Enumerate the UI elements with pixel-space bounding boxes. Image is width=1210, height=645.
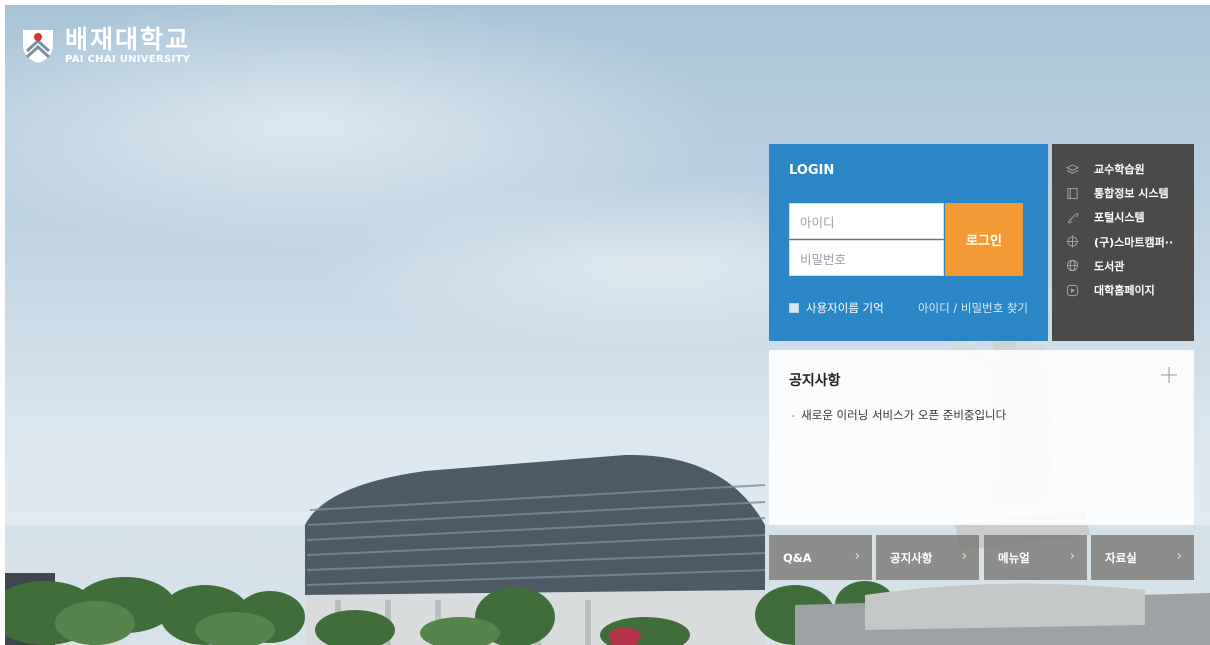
notice-item-text: 새로운 이러닝 서비스가 오픈 준비중입니다 xyxy=(801,408,1007,422)
plus-icon[interactable] xyxy=(1160,366,1178,384)
quick-link-homepage[interactable]: 대학홈페이지 xyxy=(1066,278,1194,302)
quick-link-library[interactable]: 도서관 xyxy=(1066,254,1194,278)
tab-archive[interactable]: 자료실 › xyxy=(1091,535,1194,580)
username-input[interactable]: 아이디 xyxy=(789,203,944,239)
chevron-right-icon: › xyxy=(961,549,967,564)
tab-label: 자료실 xyxy=(1105,550,1137,565)
tab-label: Q&A xyxy=(783,550,812,565)
quick-link-portal[interactable]: 포털시스템 xyxy=(1066,205,1194,229)
password-input[interactable]: 비밀번호 xyxy=(789,240,944,276)
quick-link-label: 대학홈페이지 xyxy=(1094,284,1155,298)
quick-link-label: 도서관 xyxy=(1094,259,1125,273)
university-logo[interactable]: 배재대학교 PAI CHAI UNIVERSITY xyxy=(21,27,190,65)
remember-checkbox[interactable] xyxy=(789,303,799,313)
quick-link-label: 포털시스템 xyxy=(1094,211,1145,225)
crosshair-icon xyxy=(1066,235,1079,248)
logo-korean-name: 배재대학교 xyxy=(65,25,191,54)
notice-list-item[interactable]: - 새로운 이러닝 서비스가 오픈 준비중입니다 xyxy=(791,407,1006,423)
shield-emblem-icon xyxy=(23,30,53,63)
quick-link-info-system[interactable]: 통합정보 시스템 xyxy=(1066,181,1194,205)
tab-manual[interactable]: 메뉴얼 › xyxy=(984,535,1087,580)
login-title: LOGIN xyxy=(789,163,835,178)
tab-label: 공지사항 xyxy=(890,550,933,565)
page-frame: 배재대학교 PAI CHAI UNIVERSITY LOGIN 아이디 비밀번호… xyxy=(5,5,1210,645)
link-icon xyxy=(1068,213,1079,224)
quick-link-teaching-center[interactable]: 교수학습원 xyxy=(1066,157,1194,181)
remember-label: 사용자이름 기억 xyxy=(806,301,884,315)
play-icon xyxy=(1066,284,1079,296)
tab-notice[interactable]: 공지사항 › xyxy=(876,535,979,580)
logo-english-name: PAI CHAI UNIVERSITY xyxy=(65,54,191,65)
layers-icon xyxy=(1066,163,1079,174)
quick-link-label: 교수학습원 xyxy=(1094,163,1145,177)
chevron-right-icon: › xyxy=(1176,549,1182,564)
globe-icon xyxy=(1066,260,1079,272)
chevron-right-icon: › xyxy=(1069,549,1075,564)
quick-links-panel: 교수학습원 통합정보 시스템 포털시스템 (구)스마트캠퍼·· 도서관 대학홈페… xyxy=(1052,144,1194,341)
quick-link-label: 통합정보 시스템 xyxy=(1094,187,1169,201)
find-id-password-link[interactable]: 아이디 / 비밀번호 찾기 xyxy=(918,300,1028,316)
tab-label: 메뉴얼 xyxy=(998,550,1030,565)
book-icon xyxy=(1067,187,1078,199)
remember-username[interactable]: 사용자이름 기억 xyxy=(789,300,884,316)
bottom-tabs: Q&A › 공지사항 › 메뉴얼 › 자료실 › xyxy=(769,535,1194,580)
login-button[interactable]: 로그인 xyxy=(945,203,1023,276)
notice-panel: 공지사항 - 새로운 이러닝 서비스가 오픈 준비중입니다 xyxy=(769,350,1194,525)
quick-link-smart-campus[interactable]: (구)스마트캠퍼·· xyxy=(1066,230,1194,254)
chevron-right-icon: › xyxy=(854,549,860,564)
tab-qna[interactable]: Q&A › xyxy=(769,535,872,580)
quick-link-label: (구)스마트캠퍼·· xyxy=(1094,235,1174,249)
notice-title: 공지사항 xyxy=(789,373,841,389)
bullet-icon: - xyxy=(791,408,796,422)
login-panel: LOGIN 아이디 비밀번호 로그인 사용자이름 기억 아이디 / 비밀번호 찾… xyxy=(769,144,1048,341)
